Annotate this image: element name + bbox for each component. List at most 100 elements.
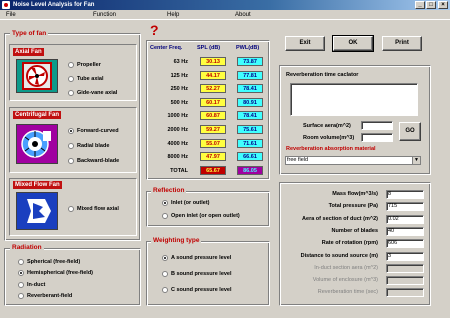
freq-label: 4000 Hz <box>167 140 189 147</box>
radio-reverberant-field[interactable]: Reverberant-field <box>18 293 72 299</box>
param-label: Total pressure (Pa) <box>328 203 378 210</box>
param-label: Mass flow(m^3/s) <box>332 191 378 197</box>
centrifugal-fan-image <box>16 124 58 164</box>
print-button[interactable]: Print <box>382 36 422 51</box>
radio-mixed-flow-axial[interactable]: Mixed flow axial <box>68 206 119 212</box>
reflection-group <box>146 191 270 227</box>
chevron-down-icon[interactable]: ▼ <box>412 157 420 164</box>
absorption-select[interactable]: free field ▼ <box>285 156 421 165</box>
reverb-output-area[interactable] <box>290 83 418 116</box>
param-label: Rate of rotation (rpm) <box>321 240 378 247</box>
pwl-value: 78.41 <box>237 84 263 94</box>
menu-help[interactable]: Help <box>167 10 179 20</box>
header-center-freq: Center Freq. <box>150 45 183 51</box>
type-of-fan-title: Type of fan <box>10 30 49 37</box>
menu-bar: File Function Help About <box>0 10 450 20</box>
header-spl: SPL (dB) <box>197 45 221 51</box>
param-input[interactable]: 715 <box>386 202 424 212</box>
absorption-selected: free field <box>287 157 309 163</box>
minimize-button[interactable]: _ <box>415 1 425 9</box>
mixed-fan-icon <box>27 199 51 223</box>
spl-value: 59.27 <box>200 125 226 134</box>
menu-about[interactable]: About <box>235 10 251 20</box>
param-input[interactable] <box>386 276 424 286</box>
spl-value: 44.17 <box>200 70 226 80</box>
radio-propeller[interactable]: Propeller <box>68 62 101 68</box>
axial-fan-title: Axial Fan <box>13 48 44 56</box>
freq-label: 1000 Hz <box>167 113 189 120</box>
param-label: Aera of section of duct (m^2) <box>302 215 378 222</box>
radio-backward-blade[interactable]: Backward-blade <box>68 158 119 164</box>
radio-a-weighting[interactable]: A sound pressure level <box>162 255 231 261</box>
total-spl: 65.67 <box>200 166 226 175</box>
param-label: In-duct section aera (m^2) <box>314 264 378 271</box>
spl-value: 30.13 <box>200 57 226 66</box>
ok-button[interactable]: OK <box>332 35 374 52</box>
radio-b-weighting[interactable]: B sound pressure level <box>162 271 232 277</box>
freq-label: 500 Hz <box>170 99 188 106</box>
param-label: Distance to sound source (m) <box>300 252 378 259</box>
radio-c-weighting[interactable]: C sound pressure level <box>162 287 232 293</box>
param-input[interactable]: 0.02 <box>386 214 424 224</box>
centrifugal-fan-title: Centrifugal Fan <box>13 111 62 119</box>
menu-function[interactable]: Function <box>93 10 116 20</box>
radio-forward-curved[interactable]: Forward-curved <box>68 128 119 134</box>
pwl-value: 75.61 <box>237 125 263 134</box>
radio-inlet[interactable]: Inlet (or outlet) <box>162 200 210 206</box>
param-label: Reverberation time (sec) <box>317 289 378 296</box>
param-label: Number of blades <box>331 227 378 234</box>
param-input[interactable]: 40 <box>386 226 424 236</box>
spl-value: 60.17 <box>200 97 226 107</box>
pwl-value: 71.61 <box>237 138 263 148</box>
room-volume-input[interactable] <box>361 133 393 142</box>
radio-in-duct[interactable]: In-duct <box>18 282 45 288</box>
app-icon <box>2 1 10 9</box>
pwl-value: 73.87 <box>237 57 263 66</box>
pwl-value: 66.61 <box>237 152 263 162</box>
radio-tube-axial[interactable]: Tube axial <box>68 76 104 82</box>
surface-area-input[interactable] <box>361 121 393 130</box>
spl-value: 52.27 <box>200 84 226 94</box>
help-question-mark[interactable]: ? <box>150 22 159 38</box>
spl-value: 55.07 <box>200 138 226 148</box>
absorption-label: Reverberation absorption material <box>286 146 376 152</box>
title-bar: Noise Level Analysis for Fan _ □ × <box>0 0 450 10</box>
exit-button[interactable]: Exit <box>285 36 325 51</box>
window-title: Noise Level Analysis for Fan <box>13 2 95 8</box>
radio-radial-blade[interactable]: Radial blade <box>68 143 109 149</box>
mixed-fan-title: Mixed Flow Fan <box>13 181 62 189</box>
maximize-button[interactable]: □ <box>426 1 436 9</box>
axial-fan-image <box>16 59 58 93</box>
freq-label: 2000 Hz <box>167 127 189 133</box>
radiation-title: Radiation <box>10 244 44 251</box>
spl-value: 60.87 <box>200 111 226 121</box>
mixed-fan-image <box>16 192 58 230</box>
param-label: Volume of enclosure (m^3) <box>312 277 378 284</box>
radio-open-inlet[interactable]: Open inlet (or open outlet) <box>162 213 240 219</box>
close-button[interactable]: × <box>438 1 448 9</box>
radio-hemispherical[interactable]: Hemispherical (free-field) <box>18 270 93 276</box>
total-pwl: 86.05 <box>237 166 263 175</box>
radio-spherical[interactable]: Spherical (free-field) <box>18 259 80 265</box>
total-label: TOTAL <box>170 168 188 174</box>
radio-gide-vane-axial[interactable]: Gide-vane axial <box>68 90 117 96</box>
header-pwl: PWL(dB) <box>236 45 260 51</box>
menu-file[interactable]: File <box>6 10 16 20</box>
pwl-value: 80.91 <box>237 97 263 107</box>
centrifugal-fan-icon <box>21 130 51 158</box>
freq-label: 63 Hz <box>173 59 188 65</box>
param-input[interactable]: 8 <box>386 190 424 199</box>
spl-value: 47.97 <box>200 152 226 162</box>
freq-label: 8000 Hz <box>167 154 189 161</box>
room-volume-label: Room volume(m^3) <box>303 135 355 141</box>
param-input[interactable]: 3 <box>386 251 424 261</box>
freq-label: 250 Hz <box>170 86 188 93</box>
param-input[interactable] <box>386 263 424 273</box>
pwl-value: 77.81 <box>237 70 263 80</box>
reverb-title: Reverberation time caclator <box>286 72 359 78</box>
axial-fan-icon <box>22 62 52 90</box>
surface-area-label: Surface aera(m^2) <box>303 123 351 129</box>
go-button[interactable]: GO <box>399 122 421 141</box>
param-input[interactable] <box>386 288 424 298</box>
param-input[interactable]: 606 <box>386 239 424 249</box>
